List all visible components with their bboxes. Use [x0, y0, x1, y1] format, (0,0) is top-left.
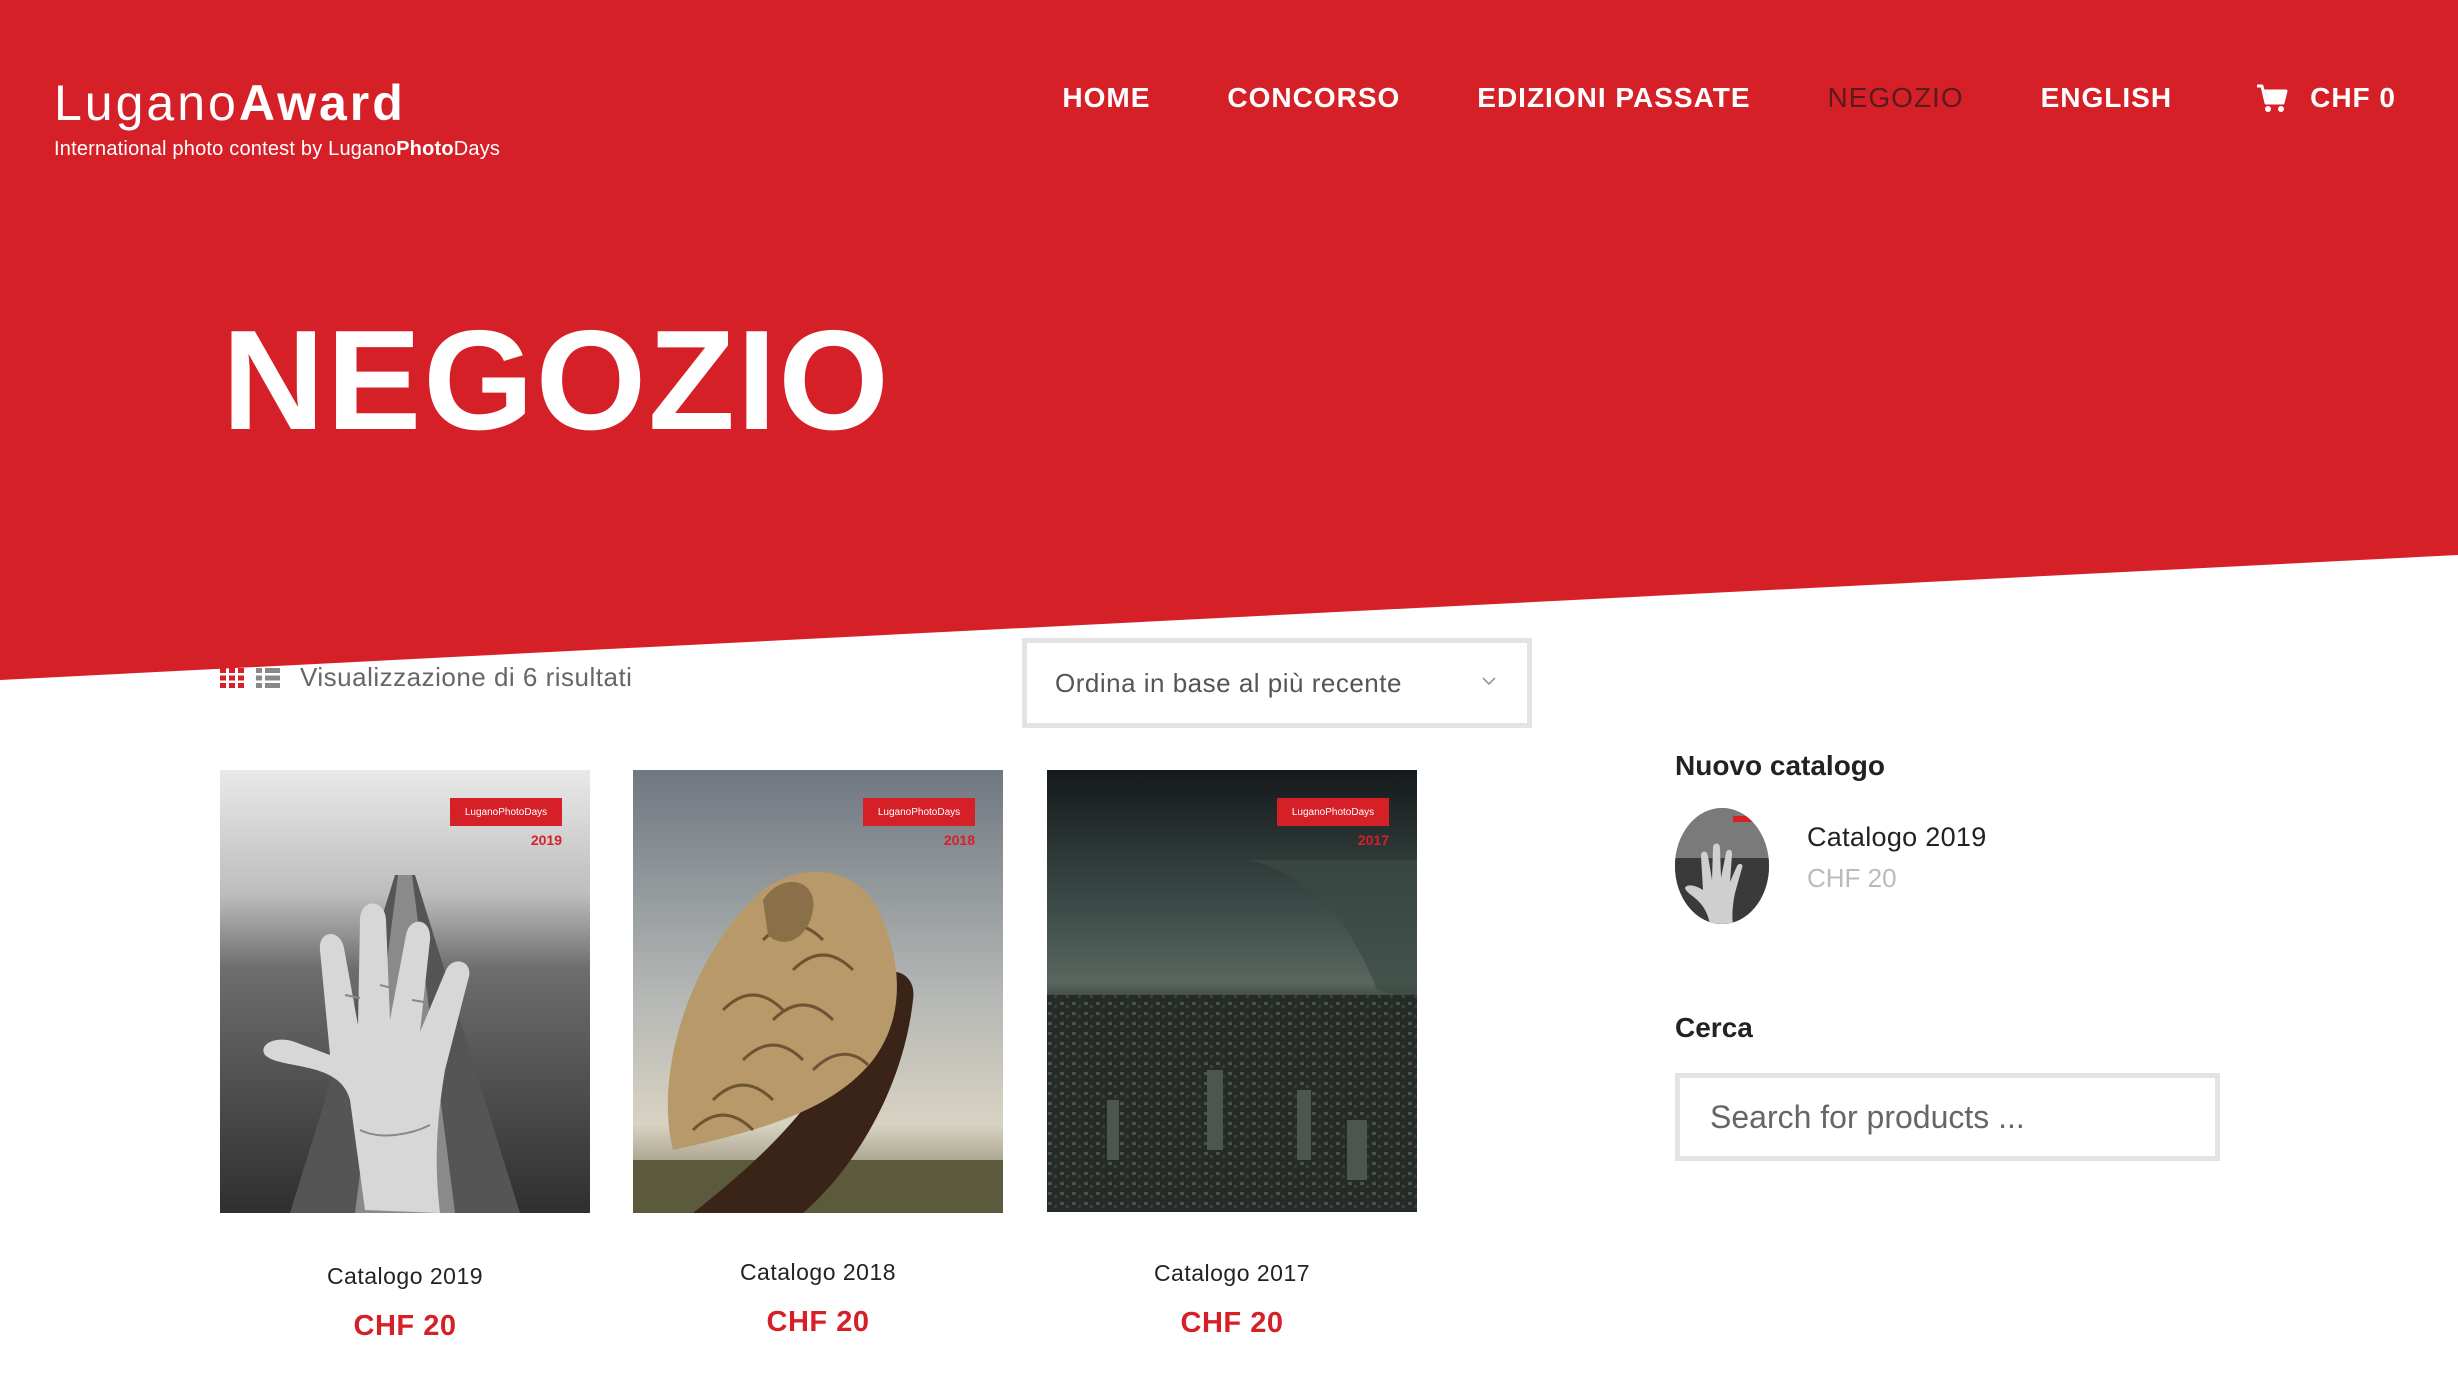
search-title: Cerca — [1675, 1012, 1753, 1043]
sort-select-value: Ordina in base al più recente — [1055, 667, 1402, 698]
cart-total: CHF 0 — [2310, 82, 2396, 113]
product-image[interactable]: LuganoPhotoDays 2019 — [220, 770, 590, 1213]
cover-badge: LuganoPhotoDays — [450, 798, 562, 826]
product-image[interactable]: LuganoPhotoDays 2018 — [633, 770, 1003, 1213]
site-logo[interactable]: LuganoAward International photo contest … — [54, 78, 500, 161]
cover-year: 2019 — [530, 832, 562, 848]
logo-name-bold: Award — [238, 75, 406, 131]
cover-badge: LuganoPhotoDays — [863, 798, 975, 826]
cover-year: 2018 — [943, 832, 975, 848]
new-catalog-thumbnail[interactable] — [1675, 808, 1769, 924]
chevron-down-icon — [1482, 677, 1496, 686]
list-view-icon[interactable] — [256, 667, 280, 688]
grid-view-icon[interactable] — [220, 667, 244, 688]
product-card: LuganoPhotoDays 2017 Catalogo 2017 CHF 2… — [1047, 770, 1417, 1340]
product-card: LuganoPhotoDays 2019 Catalogo 2019 CHF 2… — [220, 770, 590, 1343]
product-name[interactable]: Catalogo 2018 — [633, 1259, 1003, 1286]
product-search-input[interactable] — [1710, 1098, 2215, 1136]
logo-name-light: Lugano — [54, 75, 239, 131]
new-catalog-name[interactable]: Catalogo 2019 — [1807, 822, 1987, 853]
nav-item-concorso[interactable]: CONCORSO — [1227, 82, 1400, 114]
nav-item-home[interactable]: HOME — [1062, 82, 1150, 114]
nav-item-english[interactable]: ENGLISH — [2041, 82, 2172, 114]
product-card: LuganoPhotoDays 2018 Catalogo 2018 CHF 2… — [633, 770, 1003, 1339]
sort-select[interactable]: Ordina in base al più recente — [1022, 638, 1532, 728]
logo-tagline-bold: Photo — [396, 138, 454, 160]
product-image[interactable]: LuganoPhotoDays 2017 — [1047, 770, 1417, 1212]
logo-tagline-prefix: International photo contest by Lugano — [54, 138, 397, 160]
product-name[interactable]: Catalogo 2019 — [220, 1263, 590, 1290]
nav-item-negozio[interactable]: NEGOZIO — [1828, 82, 1964, 114]
new-catalog-price: CHF 20 — [1807, 863, 1897, 893]
product-name[interactable]: Catalogo 2017 — [1047, 1260, 1417, 1287]
product-search-box — [1675, 1073, 2220, 1161]
result-count: Visualizzazione di 6 risultati — [300, 662, 633, 692]
nav-item-edizioni-passate[interactable]: EDIZIONI PASSATE — [1477, 82, 1750, 114]
new-catalog-item[interactable]: Catalogo 2019 CHF 20 — [1675, 808, 1987, 924]
shopping-cart-icon — [2257, 84, 2288, 112]
logo-tagline-suffix: Days — [453, 138, 501, 160]
product-price: CHF 20 — [353, 1310, 457, 1342]
product-price: CHF 20 — [766, 1306, 870, 1338]
page-title: NEGOZIO — [222, 301, 891, 460]
main-nav: HOME CONCORSO EDIZIONI PASSATE NEGOZIO E… — [985, 82, 2396, 114]
cart-link[interactable]: CHF 0 — [2256, 82, 2396, 114]
product-price: CHF 20 — [1180, 1307, 1284, 1339]
cover-badge: LuganoPhotoDays — [1277, 798, 1389, 826]
shop-toolbar: Visualizzazione di 6 risultati — [220, 662, 632, 693]
new-catalog-title: Nuovo catalogo — [1675, 750, 1886, 781]
cover-year: 2017 — [1357, 832, 1389, 848]
